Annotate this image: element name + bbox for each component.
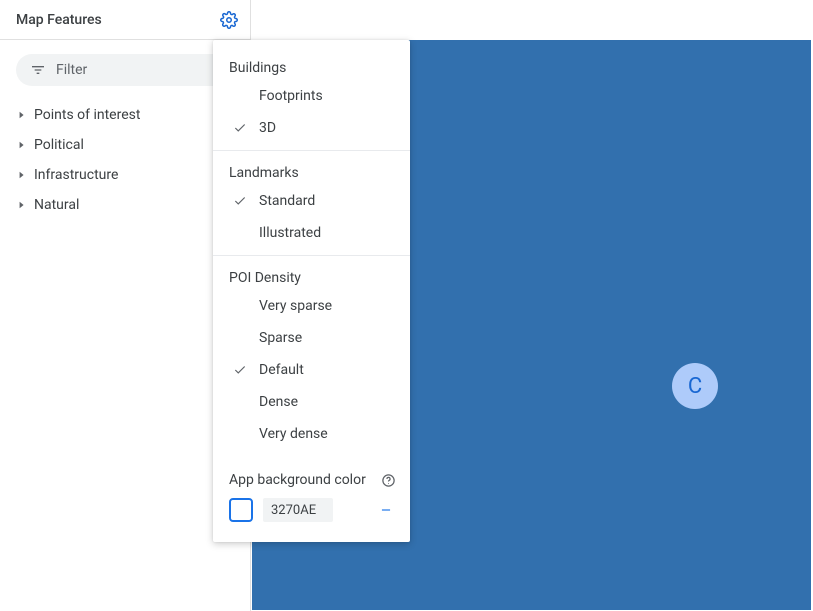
- filter-input[interactable]: Filter: [16, 54, 234, 86]
- popup-item-label: Footprints: [259, 88, 323, 104]
- color-row: [213, 494, 410, 522]
- app-bg-label: App background color: [229, 472, 366, 488]
- popup-item-label: Sparse: [259, 330, 302, 346]
- avatar-letter: C: [688, 374, 702, 399]
- popup-item[interactable]: Footprints: [213, 80, 410, 112]
- popup-item[interactable]: Very sparse: [213, 290, 410, 322]
- tree-item[interactable]: Infrastructure: [18, 160, 234, 190]
- popup-item[interactable]: Dense: [213, 386, 410, 418]
- check-icon: [233, 194, 259, 208]
- color-hex-input[interactable]: [263, 498, 333, 522]
- popup-item-label: Very dense: [259, 426, 328, 442]
- tree-item-label: Natural: [34, 197, 79, 213]
- check-icon: [233, 363, 259, 377]
- popup-item[interactable]: Sparse: [213, 322, 410, 354]
- popup-section: Buildings Footprints 3D: [213, 46, 410, 150]
- popup-item-label: Default: [259, 362, 304, 378]
- sidebar-header: Map Features: [0, 0, 250, 40]
- app-bg-section: App background color: [213, 456, 410, 528]
- popup-item[interactable]: Default: [213, 354, 410, 386]
- popup-item-label: Dense: [259, 394, 298, 410]
- popup-section: POI Density Very sparse Sparse Default Dense…: [213, 255, 410, 456]
- popup-section-title: POI Density: [213, 262, 410, 290]
- popup-section: Landmarks Standard Illustrated: [213, 150, 410, 255]
- settings-popup: Buildings Footprints 3D Landmarks Standard Il…: [213, 40, 410, 542]
- popup-item[interactable]: Very dense: [213, 418, 410, 450]
- color-swatch[interactable]: [229, 498, 253, 522]
- popup-item-label: Very sparse: [259, 298, 332, 314]
- app-bg-header: App background color: [213, 462, 410, 494]
- popup-section-title: Buildings: [213, 52, 410, 80]
- sidebar-title: Map Features: [16, 12, 102, 28]
- caret-right-icon: [18, 141, 26, 149]
- check-icon: [233, 121, 259, 135]
- popup-item[interactable]: Illustrated: [213, 217, 410, 249]
- tree-item[interactable]: Points of interest: [18, 100, 234, 130]
- popup-section-title: Landmarks: [213, 157, 410, 185]
- caret-right-icon: [18, 171, 26, 179]
- remove-color-button[interactable]: [376, 500, 396, 520]
- popup-item-label: Illustrated: [259, 225, 321, 241]
- tree-item-label: Points of interest: [34, 107, 140, 123]
- caret-right-icon: [18, 201, 26, 209]
- tree-item[interactable]: Natural: [18, 190, 234, 220]
- popup-item-label: 3D: [259, 120, 276, 136]
- avatar: C: [672, 363, 718, 409]
- tree-item-label: Infrastructure: [34, 167, 118, 183]
- popup-item[interactable]: 3D: [213, 112, 410, 144]
- popup-item[interactable]: Standard: [213, 185, 410, 217]
- tree-item[interactable]: Political: [18, 130, 234, 160]
- popup-item-label: Standard: [259, 193, 315, 209]
- filter-icon: [30, 62, 46, 78]
- gear-icon[interactable]: [220, 11, 238, 29]
- tree-item-label: Political: [34, 137, 84, 153]
- caret-right-icon: [18, 111, 26, 119]
- filter-placeholder: Filter: [56, 62, 87, 78]
- help-icon[interactable]: [380, 472, 396, 488]
